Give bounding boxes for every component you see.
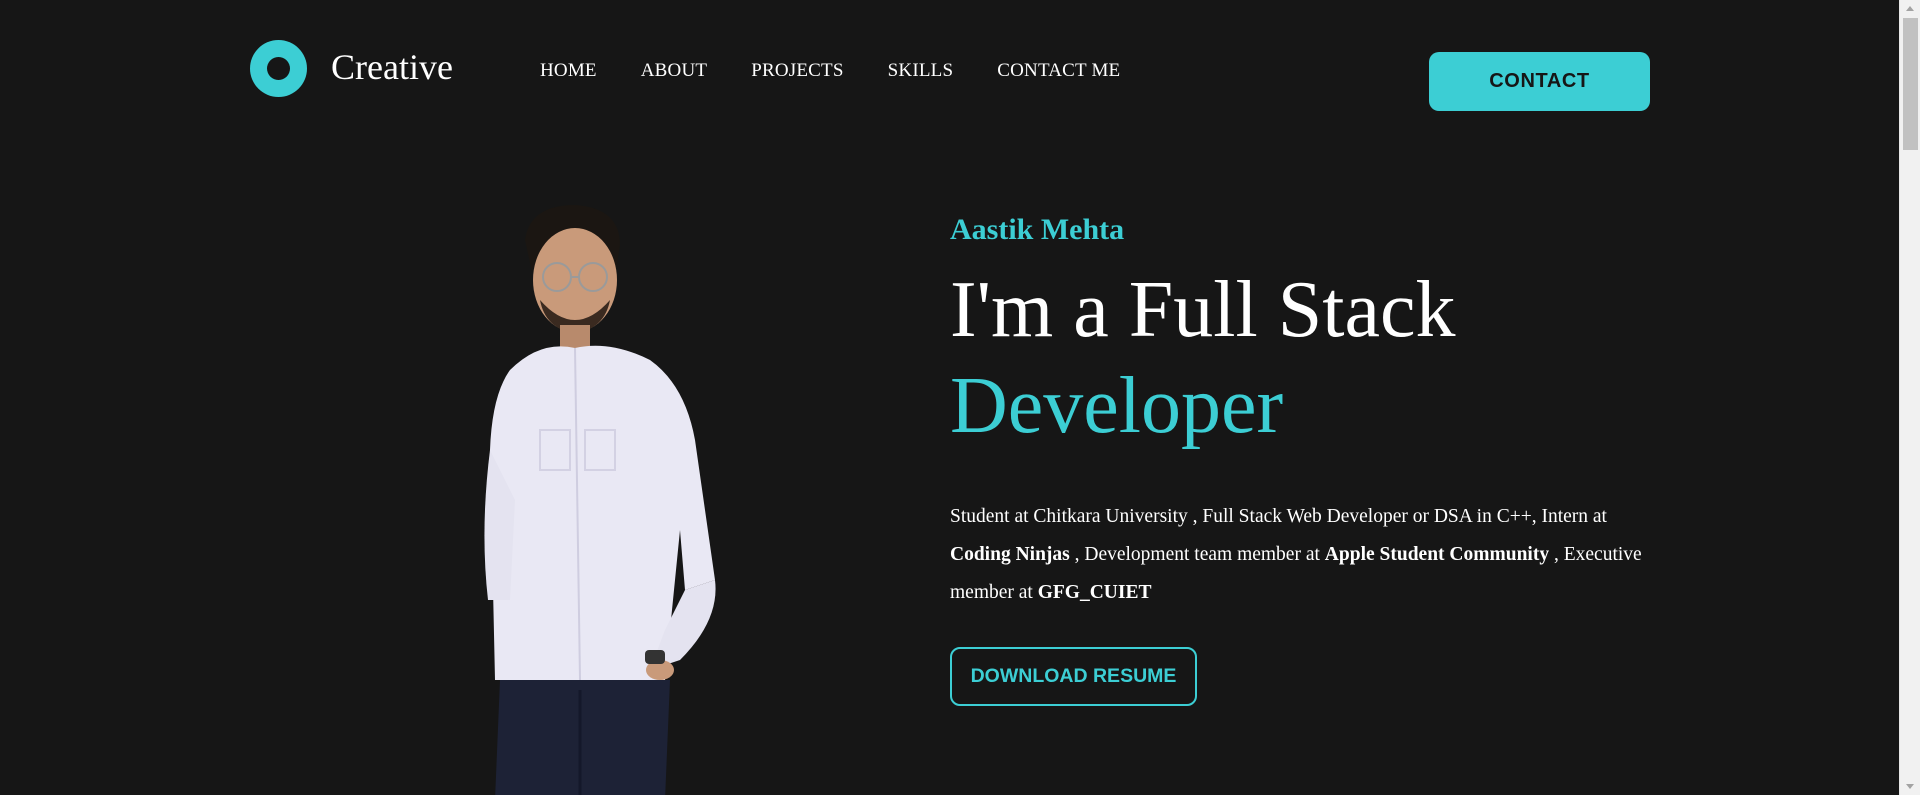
hero-section: Aastik Mehta I'm a Full Stack Developer … [950, 210, 1650, 706]
scroll-down-arrow-icon[interactable] [1906, 784, 1914, 789]
desc-bold-coding-ninjas: Coding Ninjas [950, 544, 1070, 565]
scroll-up-arrow-icon[interactable] [1906, 6, 1914, 11]
desc-text-1: Student at Chitkara University , Full St… [950, 506, 1607, 527]
person-portrait-image [484, 205, 716, 795]
site-header: Creative HOME ABOUT PROJECTS SKILLS CONT… [0, 0, 1899, 150]
hero-name: Aastik Mehta [950, 213, 1125, 246]
scroll-thumb[interactable] [1903, 18, 1918, 150]
nav-item-home[interactable]: HOME [540, 60, 597, 82]
nav-item-skills[interactable]: SKILLS [888, 60, 954, 82]
page: Creative HOME ABOUT PROJECTS SKILLS CONT… [0, 0, 1899, 795]
desc-bold-gfg-cuiet: GFG_CUIET [1037, 582, 1152, 603]
hero-title: I'm a Full Stack [950, 266, 1456, 354]
brand-name: Creative [331, 46, 453, 87]
contact-button[interactable]: CONTACT [1429, 52, 1650, 111]
desc-bold-apple-student-community: Apple Student Community [1324, 544, 1550, 565]
nav-item-projects[interactable]: PROJECTS [751, 60, 843, 82]
nav-item-about[interactable]: ABOUT [641, 60, 707, 82]
nav-item-contact-me[interactable]: CONTACT ME [997, 60, 1120, 82]
logo[interactable]: Creative [250, 40, 453, 97]
hero-description: Student at Chitkara University , Full St… [950, 498, 1650, 612]
ring-logo-icon [250, 40, 307, 97]
desc-text-2: , Development team member at [1069, 544, 1325, 565]
main-nav: HOME ABOUT PROJECTS SKILLS CONTACT ME [540, 60, 1164, 82]
download-resume-button[interactable]: DOWNLOAD RESUME [950, 647, 1197, 706]
vertical-scrollbar[interactable] [1899, 0, 1920, 795]
hero-title-accent: Developer [950, 362, 1284, 450]
